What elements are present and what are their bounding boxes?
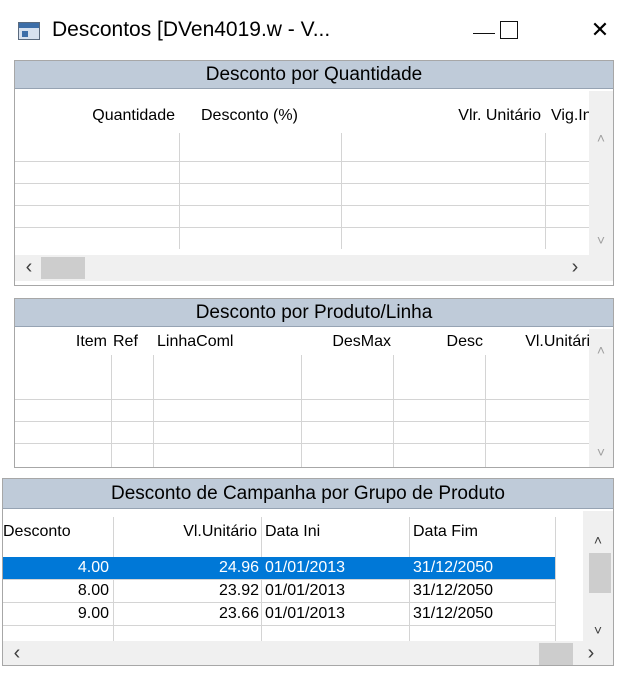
panel-desconto-quantidade: Desconto por Quantidade Quantidade Desco… <box>14 60 614 286</box>
horizontal-scrollbar[interactable]: ‹ › <box>3 641 613 665</box>
column-header-linhacoml[interactable]: LinhaComl <box>157 331 233 353</box>
scroll-down-icon[interactable]: ˅ <box>589 229 613 251</box>
column-header-data-ini[interactable]: Data Ini <box>265 521 320 543</box>
panel-desconto-produto-linha: Desconto por Produto/Linha Item Ref Linh… <box>14 298 614 468</box>
maximize-icon <box>500 21 518 39</box>
cell-data-ini: 01/01/2013 <box>265 582 346 599</box>
column-header-quantidade[interactable]: Quantidade <box>15 105 175 127</box>
scroll-left-icon[interactable]: ‹ <box>5 641 29 665</box>
column-header-ref[interactable]: Ref <box>113 331 138 353</box>
window-title: Descontos [DVen4019.w - V... <box>52 18 331 41</box>
cell-vl-unitario: 23.66 <box>218 605 259 622</box>
cell-data-fim: 31/12/2050 <box>413 559 494 576</box>
column-header-data-fim[interactable]: Data Fim <box>413 521 478 543</box>
column-header-vig-ini[interactable]: Vig.In <box>551 105 592 127</box>
close-icon: ✕ <box>590 17 610 42</box>
table-row[interactable]: 9.00 23.66 01/01/2013 31/12/2050 <box>3 603 555 625</box>
column-header-vl-unitario[interactable]: Vl.Unitário <box>487 331 599 353</box>
scroll-up-icon[interactable]: ˄ <box>589 127 613 149</box>
cell-desconto: 4.00 <box>77 559 109 576</box>
column-header-desconto[interactable]: Desconto (%) <box>201 105 298 127</box>
cell-vl-unitario: 23.92 <box>218 582 259 599</box>
panel-title: Desconto de Campanha por Grupo de Produt… <box>3 479 613 509</box>
vertical-scrollbar[interactable]: ˄ ˅ <box>583 511 613 641</box>
cell-data-ini: 01/01/2013 <box>265 605 346 622</box>
column-header-vl-unitario[interactable]: Vl.Unitário <box>115 521 257 543</box>
panel-title: Desconto por Produto/Linha <box>15 299 613 327</box>
scroll-right-icon[interactable]: › <box>579 641 603 665</box>
close-button[interactable]: ✕ <box>578 14 622 46</box>
panel-title: Desconto por Quantidade <box>15 61 613 89</box>
cell-data-ini: 01/01/2013 <box>265 559 346 576</box>
scroll-down-icon[interactable]: ˅ <box>583 619 613 641</box>
scroll-thumb[interactable] <box>589 553 611 593</box>
scroll-thumb[interactable] <box>41 257 85 279</box>
cell-data-fim: 31/12/2050 <box>413 582 494 599</box>
column-header-desconto[interactable]: Desconto <box>3 521 71 543</box>
horizontal-scrollbar[interactable]: ‹ › <box>15 255 613 281</box>
maximize-button[interactable] <box>487 14 531 46</box>
vertical-scrollbar[interactable]: ˄ ˅ <box>589 329 613 467</box>
cell-vl-unitario: 24.96 <box>218 559 259 576</box>
scroll-up-icon[interactable]: ˄ <box>583 529 613 551</box>
scroll-up-icon[interactable]: ˄ <box>589 339 613 361</box>
column-header-vlr-unitario[interactable]: Vlr. Unitário <box>345 105 541 127</box>
scroll-down-icon[interactable]: ˅ <box>589 441 613 463</box>
app-window-icon[interactable] <box>18 22 40 40</box>
vertical-scrollbar[interactable]: ˄ ˅ <box>589 91 613 255</box>
table-row[interactable]: 4.00 24.96 01/01/2013 31/12/2050 <box>3 557 555 579</box>
panel-desconto-campanha: Desconto de Campanha por Grupo de Produt… <box>2 478 614 666</box>
cell-desconto: 8.00 <box>77 582 109 599</box>
column-header-desc[interactable]: Desc <box>397 331 483 353</box>
scroll-thumb[interactable] <box>539 643 573 665</box>
cell-desconto: 9.00 <box>77 605 109 622</box>
column-header-item[interactable]: Item <box>15 331 107 353</box>
cell-data-fim: 31/12/2050 <box>413 605 494 622</box>
title-bar[interactable]: Descontos [DVen4019.w - V... ✕ <box>0 0 628 56</box>
column-header-desmax[interactable]: DesMax <box>301 331 391 353</box>
scroll-left-icon[interactable]: ‹ <box>17 255 41 281</box>
table-row[interactable]: 8.00 23.92 01/01/2013 31/12/2050 <box>3 580 555 602</box>
scroll-right-icon[interactable]: › <box>563 255 587 281</box>
